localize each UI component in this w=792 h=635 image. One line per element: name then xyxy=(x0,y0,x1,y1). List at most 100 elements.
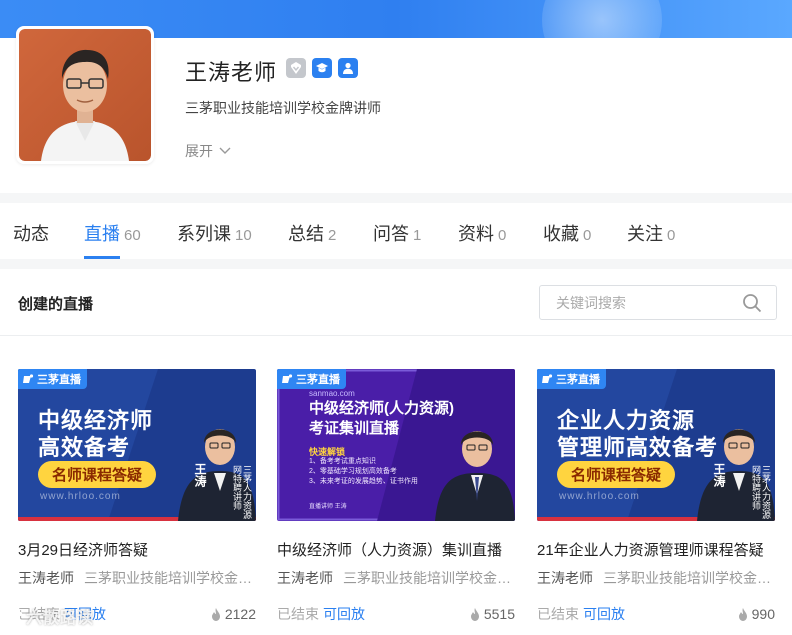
thumbnail-title-line: 中级经济师(人力资源) xyxy=(309,400,454,417)
tab-label: 系列课 xyxy=(177,224,231,244)
tab-label: 关注 xyxy=(627,224,663,244)
avatar[interactable] xyxy=(16,26,154,164)
tab-label: 直播 xyxy=(84,224,120,244)
thumbnail-teacher: 王涛 xyxy=(712,463,726,487)
live-thumbnail[interactable]: 三茅直播 sanmao.com 中级经济师(人力资源) 考证集训直播 快速解锁 1… xyxy=(277,369,515,521)
badge-group xyxy=(286,58,358,78)
keyword-search xyxy=(539,285,777,320)
thumbnail-pill: 名师课程答疑 xyxy=(557,461,676,488)
tab-label: 资料 xyxy=(458,224,494,244)
search-input[interactable] xyxy=(540,286,740,319)
expand-label: 展开 xyxy=(185,143,213,159)
thumbnail-bullet: 3、未来考证的发展趋势、证书作用 xyxy=(309,478,418,485)
thumbnail-title-line: 企业人力资源 xyxy=(557,408,696,433)
tab-materials[interactable]: 资料 0 xyxy=(458,220,506,246)
author-school: 三茅职业技能培训学校金牌讲师 xyxy=(84,570,256,586)
thumbnail-role: 三茅人力资源网特聘讲师 xyxy=(751,465,771,519)
live-tag-label: 三茅直播 xyxy=(556,374,600,386)
tab-label: 收藏 xyxy=(543,224,579,244)
live-tag-label: 三茅直播 xyxy=(37,374,81,386)
tab-count: 2 xyxy=(328,227,337,244)
live-meta: 王涛老师三茅职业技能培训学校金牌讲师 xyxy=(277,568,515,588)
live-broadcast-icon xyxy=(542,374,553,383)
user-certified-icon[interactable] xyxy=(338,58,358,78)
graduation-cap-icon[interactable] xyxy=(312,58,332,78)
live-meta: 王涛老师三茅职业技能培训学校金牌讲师 xyxy=(537,568,775,588)
tab-count: 0 xyxy=(583,227,592,244)
profile-header: 王涛老师 三茅职业技能培训学校金牌讲师 展开 xyxy=(0,26,792,193)
flame-icon xyxy=(738,607,747,621)
thumbnail-site: sanmao.com xyxy=(309,389,355,398)
heat-value: 5515 xyxy=(483,606,515,622)
thumbnail-pill: 名师课程答疑 xyxy=(38,461,157,488)
thumbnail-bullet: 1、备考考试重点知识 xyxy=(309,458,376,465)
thumbnail-teacher: 王涛 xyxy=(193,463,207,487)
thumbnail-title-line: 高效备考 xyxy=(38,435,131,460)
teacher-name: 王涛老师 xyxy=(185,60,278,85)
divider xyxy=(0,335,792,336)
thumbnail-site: www.hrloo.com xyxy=(40,491,121,502)
author-school: 三茅职业技能培训学校金牌讲师 xyxy=(603,570,775,586)
tab-count: 0 xyxy=(498,227,507,244)
profile-tabs: 动态 直播 60 系列课 10 总结 2 问答 1 资料 0 收藏 0 关注 0 xyxy=(0,203,792,259)
live-meta: 王涛老师三茅职业技能培训学校金牌讲师 xyxy=(18,568,256,588)
author-name[interactable]: 王涛老师 xyxy=(537,568,593,588)
verified-badge-icon[interactable] xyxy=(286,58,306,78)
live-title[interactable]: 21年企业人力资源管理师课程答疑 xyxy=(537,539,775,560)
heat-count: 2122 xyxy=(211,606,256,622)
tab-label: 动态 xyxy=(13,224,49,244)
live-tag-label: 三茅直播 xyxy=(296,374,340,386)
heat-count: 5515 xyxy=(470,606,515,622)
tab-summary[interactable]: 总结 2 xyxy=(288,220,336,246)
author-name[interactable]: 王涛老师 xyxy=(18,568,74,588)
replay-link[interactable]: 可回放 xyxy=(323,604,365,624)
live-list-section: 创建的直播 三茅直播 中级经济师高效备考 名师课程答疑 xyxy=(0,269,792,635)
thumbnail-title: 企业人力资源 管理师高效备考 xyxy=(557,407,718,461)
live-tag: 三茅直播 xyxy=(18,369,87,389)
thumbnail-title-line: 中级经济师 xyxy=(38,408,154,433)
status-label: 已结束 xyxy=(537,606,579,622)
tab-qa[interactable]: 问答 1 xyxy=(373,220,421,246)
author-name[interactable]: 王涛老师 xyxy=(277,568,333,588)
search-icon[interactable] xyxy=(742,293,762,313)
live-title[interactable]: 中级经济师（人力资源）集训直播 xyxy=(277,539,515,560)
tab-following[interactable]: 关注 0 xyxy=(627,220,675,246)
active-tab-indicator xyxy=(84,256,120,259)
live-title[interactable]: 3月29日经济师答疑 xyxy=(18,539,256,560)
heat-value: 990 xyxy=(751,606,775,622)
heat-value: 2122 xyxy=(224,606,256,622)
live-card[interactable]: 三茅直播 sanmao.com 中级经济师(人力资源) 考证集训直播 快速解锁 1… xyxy=(277,369,515,624)
tab-feed[interactable]: 动态 xyxy=(13,220,49,246)
teacher-bio: 三茅职业技能培训学校金牌讲师 xyxy=(185,100,381,116)
live-card[interactable]: 三茅直播 企业人力资源 管理师高效备考 名师课程答疑 www.hrloo.com … xyxy=(537,369,775,624)
live-status-row: 已结束 可回放 5515 xyxy=(277,604,515,624)
live-thumbnail[interactable]: 三茅直播 中级经济师 高效备考 名师课程答疑 www.hrloo.com 王涛 三… xyxy=(18,369,256,521)
tab-live[interactable]: 直播 60 xyxy=(84,220,141,246)
status-label: 已结束 xyxy=(277,606,319,622)
tab-label: 问答 xyxy=(373,224,409,244)
live-broadcast-icon xyxy=(23,374,34,383)
expand-button[interactable]: 展开 xyxy=(185,141,231,161)
live-card[interactable]: 三茅直播 中级经济师 高效备考 名师课程答疑 www.hrloo.com 王涛 三… xyxy=(18,369,256,624)
tab-count: 10 xyxy=(235,227,252,244)
thumbnail-site: www.hrloo.com xyxy=(559,491,640,502)
thumbnail-bullet: 2、零基础学习规划高效备考 xyxy=(309,468,397,475)
section-title: 创建的直播 xyxy=(18,296,94,313)
replay-link[interactable]: 可回放 xyxy=(583,604,625,624)
flame-icon xyxy=(470,607,479,621)
live-thumbnail[interactable]: 三茅直播 企业人力资源 管理师高效备考 名师课程答疑 www.hrloo.com … xyxy=(537,369,775,521)
thumbnail-bullets: 1、备考考试重点知识 2、零基础学习规划高效备考 3、未来考证的发展趋势、证书作用 xyxy=(309,457,418,487)
chevron-down-icon xyxy=(219,147,231,154)
live-broadcast-icon xyxy=(282,374,293,383)
watermark-text: 六散路读 xyxy=(26,610,95,627)
tab-favorites[interactable]: 收藏 0 xyxy=(543,220,591,246)
tab-count: 60 xyxy=(124,227,141,244)
thumbnail-title: 中级经济师 高效备考 xyxy=(38,407,153,461)
live-status-row: 已结束 可回放 990 xyxy=(537,604,775,624)
watermark-logo-icon xyxy=(7,611,23,622)
thumbnail-title-line: 考证集训直播 xyxy=(309,420,400,437)
author-school: 三茅职业技能培训学校金牌讲师 xyxy=(343,570,515,586)
live-tag: 三茅直播 xyxy=(537,369,606,389)
tab-series[interactable]: 系列课 10 xyxy=(177,220,252,246)
thumbnail-title: 中级经济师(人力资源) 考证集训直播 xyxy=(309,399,454,439)
